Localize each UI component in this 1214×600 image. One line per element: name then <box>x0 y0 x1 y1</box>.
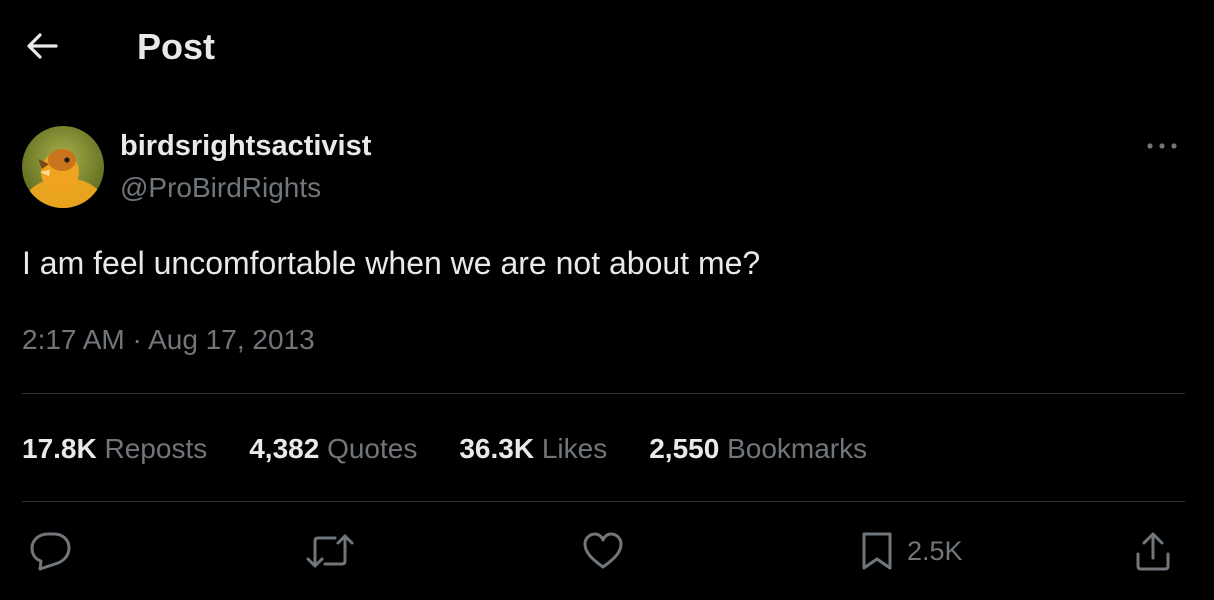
reposts-count: 17.8K <box>22 433 97 464</box>
back-button[interactable] <box>20 24 64 68</box>
reposts-label: Reposts <box>104 433 208 464</box>
repost-icon <box>306 534 354 568</box>
tweet-text: I am feel uncomfortable when we are not … <box>22 245 761 281</box>
share-icon <box>1136 532 1170 571</box>
page-title: Post <box>137 26 216 67</box>
bookmark-action-count: 2.5K <box>907 535 963 566</box>
likes-count: 36.3K <box>459 433 535 464</box>
bookmarks-count: 2,550 <box>649 433 720 464</box>
share-button[interactable] <box>1131 528 1175 574</box>
quotes-label: Quotes <box>327 433 418 464</box>
quotes-count: 4,382 <box>249 433 320 464</box>
bookmarks-stat[interactable]: 2,550 Bookmarks <box>649 431 867 467</box>
reply-icon <box>30 532 71 571</box>
timestamp-separator: · <box>132 324 142 355</box>
likes-stat[interactable]: 36.3K Likes <box>459 431 607 467</box>
heart-icon <box>583 532 623 569</box>
engagement-stats: 17.8K Reposts 4,382 Quotes 36.3K Likes 2… <box>22 430 909 468</box>
more-options-button[interactable] <box>1140 128 1184 164</box>
reposts-stat[interactable]: 17.8K Reposts <box>22 431 207 467</box>
author-handle[interactable]: @ProBirdRights <box>120 171 321 205</box>
like-button[interactable] <box>580 528 626 574</box>
divider <box>22 393 1185 394</box>
tweet-timestamp: 2:17 AM · Aug 17, 2013 <box>22 322 315 358</box>
likes-label: Likes <box>541 433 608 464</box>
quotes-stat[interactable]: 4,382 Quotes <box>249 431 417 467</box>
more-dots-icon <box>1147 143 1177 149</box>
bird-avatar-image <box>22 126 104 208</box>
top-bar: Post <box>0 0 1214 95</box>
arrow-left-icon <box>27 33 58 59</box>
avatar[interactable] <box>22 126 104 208</box>
bookmark-button[interactable]: 2.5K <box>857 528 963 574</box>
author-display-name[interactable]: birdsrightsactivist <box>120 129 371 163</box>
tweet-time[interactable]: 2:17 AM <box>22 324 125 355</box>
bookmark-icon <box>862 532 892 570</box>
repost-button[interactable] <box>305 528 355 574</box>
reply-button[interactable] <box>28 528 74 574</box>
tweet-date[interactable]: Aug 17, 2013 <box>148 324 315 355</box>
divider <box>22 501 1185 502</box>
bookmarks-label: Bookmarks <box>727 433 868 464</box>
